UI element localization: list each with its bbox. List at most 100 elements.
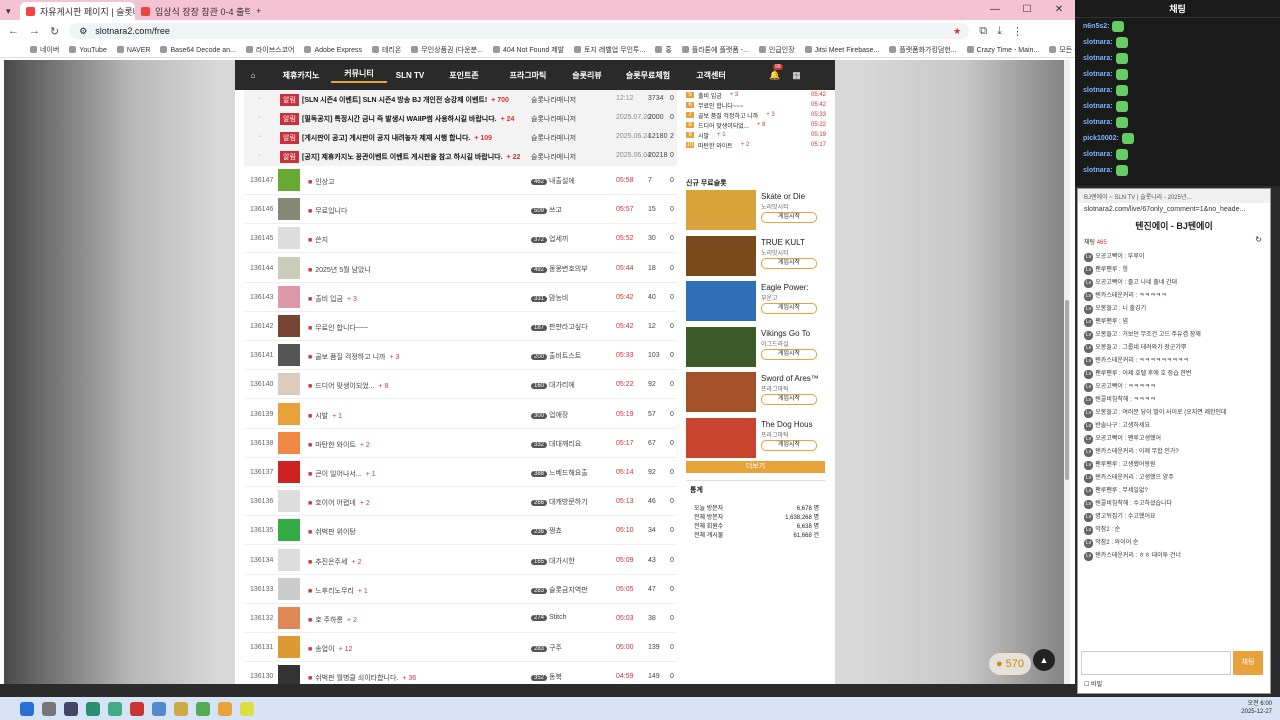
post-thumbnail[interactable]: [278, 636, 300, 659]
post-title-text[interactable]: 출비 입금: [315, 296, 343, 303]
post-row[interactable]: 136135 ■ 쉬벅판 위이탕 236 쩡쵸 05:10 34 0: [244, 516, 677, 546]
post-title[interactable]: ■ 골보 품질 걱정하고 니까 + 3: [308, 352, 399, 362]
author-name[interactable]: 슬롯금지역판: [549, 587, 588, 594]
post-author[interactable]: 332 대대깨리요: [531, 439, 581, 449]
folder-icon[interactable]: [174, 701, 188, 716]
post-row[interactable]: 136144 ■ 2025년 5월 남았니 492 몽몽변호의부 05:44 18 0: [244, 254, 677, 283]
page-scrollbar[interactable]: [1064, 60, 1070, 684]
app-icon[interactable]: [218, 701, 232, 716]
post-title-text[interactable]: 호 주하롱: [315, 617, 343, 624]
chat-username[interactable]: slotnara:: [1083, 39, 1113, 46]
game-thumbnail[interactable]: [686, 190, 756, 230]
post-title-text[interactable]: 쉬벅판 위이탕: [315, 529, 356, 536]
author-name[interactable]: 몽몽변호의부: [549, 266, 588, 273]
post-title-text[interactable]: 추진은주세: [315, 559, 347, 566]
notice-title-text[interactable]: [공지] 제휴카지노 꽁관이벤트 이벤트 게시판을 참고 하시길 바랍니다.: [302, 154, 503, 161]
post-row[interactable]: 136136 ■ 호이어 어렵네 + 2 266 대캐방문하기 05:13 46 0: [244, 487, 677, 517]
nav-item[interactable]: 슬롯리뷰: [561, 70, 613, 81]
post-thumbnail[interactable]: [278, 665, 300, 684]
post-row[interactable]: 136130 ■ 쉬벅판 월병클 쇠이타합니다. + 36 352 동북 04:59 149 0: [244, 662, 677, 684]
post-title[interactable]: ■ 무료인 합니다~~~: [308, 323, 372, 333]
game-thumbnail[interactable]: [686, 372, 756, 412]
post-row[interactable]: 136145 ■ 쓴지 372 업세끼 05:52 30 0: [244, 224, 677, 254]
post-title-text[interactable]: 시발: [315, 413, 328, 420]
post-title-text[interactable]: 마탄한 와이트: [315, 442, 356, 449]
game-card[interactable]: The Dog Hous 프라그마틱 게임시작: [686, 417, 825, 460]
post-title-text[interactable]: 골보 품질 걱정하고 니까: [315, 354, 385, 361]
post-author[interactable]: 283 구주: [531, 643, 562, 653]
post-row[interactable]: 136131 ■ 송업이 + 12 283 구주 05:00 139 0: [244, 633, 677, 663]
post-thumbnail[interactable]: [278, 227, 300, 250]
post-row[interactable]: 136137 ■ 큰이 일어나서... + 1 388 느베드해요출 05:14 92 0: [244, 458, 677, 487]
notice-row[interactable]: · 알림 [SLN 시즌4 이벤트] SLN 시즌4 방송 BJ 개인전 승강제 이…: [244, 90, 677, 109]
new-tab-button[interactable]: +: [250, 2, 268, 20]
post-title-text[interactable]: 큰이 일어나서...: [315, 471, 361, 478]
post-thumbnail[interactable]: [278, 373, 300, 396]
game-name[interactable]: TRUE KULT: [761, 238, 805, 247]
author-name[interactable]: 맘능비: [549, 295, 568, 302]
notice-row[interactable]: · 알림 [필독공지] 특정시간 금니 즉 발생시 WAIIP썸 사용하시길 바랍니…: [244, 109, 677, 128]
post-row[interactable]: 136141 ■ 골보 품질 걱정하고 니까 + 3 200 출비트스트 05:33 103 0: [244, 341, 677, 371]
author-name[interactable]: 구주: [549, 645, 562, 652]
chat-username[interactable]: slotnara:: [1083, 119, 1113, 126]
notice-author[interactable]: 슬롯나라매니저: [531, 114, 576, 124]
post-title-text[interactable]: 쉬벅판 월병클 쇠이타합니다.: [315, 675, 398, 682]
post-title-text[interactable]: 무료입니다: [315, 208, 347, 215]
nav-item[interactable]: 프라그마틱: [495, 70, 561, 81]
rank-title[interactable]: 마탄한 와이트: [698, 141, 733, 150]
tab-second[interactable]: 입상식 장장 참관 0-4 출력✕: [135, 2, 250, 20]
rank-title[interactable]: 골보 품질 걱정하고 니까: [698, 111, 758, 120]
author-name[interactable]: 내출설에: [549, 178, 575, 185]
post-author[interactable]: 352 동북: [531, 672, 562, 682]
close-window-icon[interactable]: ✕: [1043, 0, 1075, 20]
game-thumbnail[interactable]: [686, 326, 756, 367]
chrome-icon[interactable]: [108, 701, 122, 716]
author-name[interactable]: 출비트스트: [549, 353, 581, 360]
chat-username[interactable]: slotnara:: [1083, 167, 1113, 174]
bookmark-item[interactable]: 인급인장: [759, 45, 795, 55]
author-name[interactable]: 대가시한: [549, 558, 575, 565]
post-thumbnail[interactable]: [278, 607, 300, 629]
notice-row[interactable]: · 알림 [게시판이 공고] 게시판이 공지 내려놓자 제재 시행 합니다. + 10…: [244, 128, 677, 147]
bookmark-item[interactable]: Base64 Decode an...: [160, 46, 235, 54]
download-icon[interactable]: ⤓: [997, 25, 1002, 38]
grid-menu-icon[interactable]: ▦: [792, 70, 801, 81]
bell-icon[interactable]: 🔔 99: [769, 63, 783, 81]
nav-item[interactable]: 고객센터: [683, 70, 739, 81]
post-thumbnail[interactable]: [278, 402, 300, 425]
game-name[interactable]: Sword of Ares™: [761, 374, 819, 383]
game-name[interactable]: Vikings Go To: [761, 329, 810, 338]
notice-title-text[interactable]: [게시판이 공고] 게시판이 공지 내려놓자 제재 시행 합니다.: [302, 135, 470, 142]
bookmark-item[interactable]: 토지 레벨업 무인투...: [574, 45, 645, 55]
game-start-button[interactable]: 게임시작: [761, 439, 817, 451]
post-title[interactable]: ■ 쓴지: [308, 235, 332, 245]
game-start-button[interactable]: 게임시작: [761, 348, 817, 360]
post-author[interactable]: 274 Stitch: [531, 614, 567, 621]
author-name[interactable]: 판판라고싶다: [549, 324, 588, 331]
bookmark-star-icon[interactable]: ★: [953, 26, 961, 37]
post-title-text[interactable]: 인상고: [315, 179, 334, 186]
notice-title-text[interactable]: [필독공지] 특정시간 금니 즉 발생시 WAIIP썸 사용하시길 바랍니다.: [302, 116, 497, 123]
tab-free-board[interactable]: 자유게시판 페이지 | 슬롯나라✕: [20, 2, 135, 20]
points-badge[interactable]: ● 570: [989, 653, 1031, 675]
bookmark-item[interactable]: NAVER: [117, 46, 151, 54]
post-thumbnail[interactable]: [278, 431, 300, 454]
post-title-text[interactable]: 느후리노무리: [315, 588, 354, 595]
post-author[interactable]: 372 업세끼: [531, 234, 568, 244]
notice-author[interactable]: 슬롯나라매니저: [531, 152, 576, 162]
post-row[interactable]: 136132 ■ 호 주하롱 + 2 274 Stitch 05:03 38 0: [244, 604, 677, 633]
post-row[interactable]: 136139 ■ 시발 + 1 300 업애장 05:19 57 0: [244, 400, 677, 429]
post-author[interactable]: 331 맘능비: [531, 293, 568, 303]
game-start-button[interactable]: 게임시작: [761, 394, 817, 405]
game-start-button[interactable]: 게임시작: [761, 303, 817, 314]
post-author[interactable]: 187 판판라고싶다: [531, 322, 588, 332]
chat-input[interactable]: [1081, 651, 1231, 675]
post-row[interactable]: 136143 ■ 출비 입금 + 3 331 맘능비 05:42 40 0: [244, 283, 677, 312]
post-title[interactable]: ■ 2025년 5월 남았니: [308, 265, 375, 275]
notice-title[interactable]: [게시판이 공고] 게시판이 공지 내려놓자 제재 시행 합니다. + 109: [302, 133, 492, 143]
ranking-item[interactable]: 9 시발 + 1 05:19: [686, 130, 826, 140]
post-title[interactable]: ■ 시발 + 1: [308, 411, 342, 421]
post-row[interactable]: 136147 ■ 인상고 462 내출설에 05:58 7 0: [244, 166, 677, 195]
post-thumbnail[interactable]: [278, 577, 300, 600]
game-start-button[interactable]: 게임시작: [761, 257, 817, 269]
